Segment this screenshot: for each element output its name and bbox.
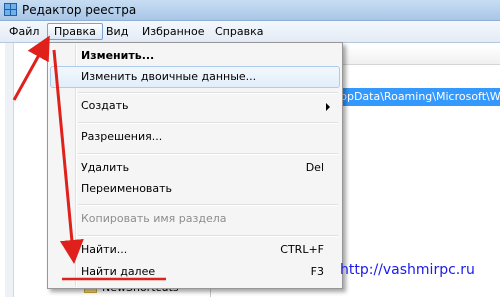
watermark-url: http://vashmirpc.ru: [340, 262, 475, 278]
arrow-to-find-next: [52, 49, 84, 264]
arrow-to-edit-menu: [12, 35, 50, 101]
annotation-arrows: [12, 35, 166, 281]
